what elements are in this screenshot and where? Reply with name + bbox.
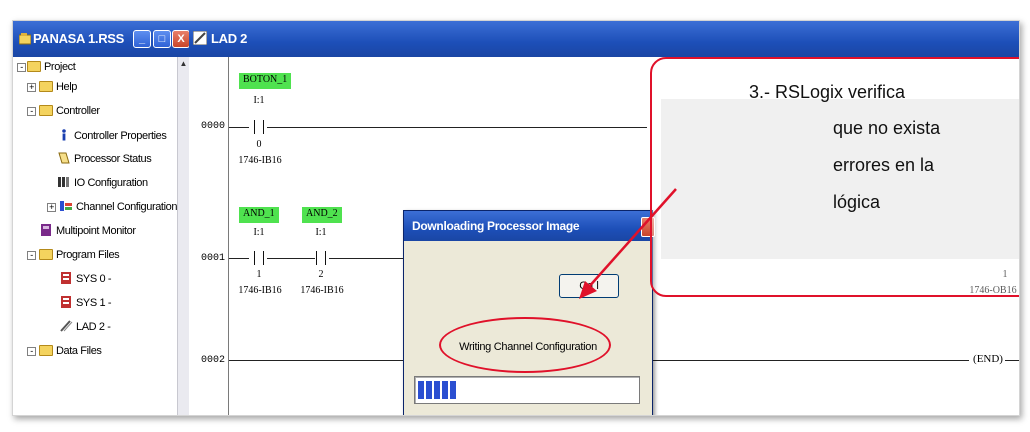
io-config-icon xyxy=(58,177,69,187)
progress-segment xyxy=(418,381,424,399)
callout-line: que no exista xyxy=(833,118,941,138)
project-icon xyxy=(19,33,31,45)
project-tree: - Project + Help - Controller Controller… xyxy=(13,57,177,415)
collapse-project-icon[interactable]: - xyxy=(17,63,26,72)
processor-status-icon xyxy=(58,152,70,164)
tag-and2[interactable]: AND_2 xyxy=(302,207,342,223)
project-titlebar: PANASA 1.RSS _ □ X xyxy=(13,21,190,57)
callout-line: lógica xyxy=(833,192,881,212)
folder-icon xyxy=(39,249,53,260)
dialog-title: Downloading Processor Image xyxy=(412,219,580,233)
rung-number: 0001 xyxy=(201,253,226,264)
xic-contact-and2[interactable] xyxy=(313,251,329,265)
tree-item-lad2[interactable]: LAD 2 - xyxy=(59,319,111,335)
tree-item-io-configuration[interactable]: IO Configuration xyxy=(57,175,148,191)
scroll-up-icon[interactable]: ▲ xyxy=(179,59,188,69)
tree-item-project[interactable]: Project xyxy=(27,59,76,75)
collapse-data-files-icon[interactable]: - xyxy=(27,347,36,356)
minimize-button[interactable]: _ xyxy=(133,30,151,48)
progress-fill xyxy=(418,381,456,399)
tree-item-controller[interactable]: Controller xyxy=(39,103,100,119)
contact-address: I:1 xyxy=(253,95,265,106)
progress-segment xyxy=(450,381,456,399)
rung-wire xyxy=(229,127,249,128)
rung-wire xyxy=(1005,360,1019,361)
callout-line: errores en la xyxy=(833,155,935,175)
callout-title: 3.- RSLogix verifica xyxy=(749,82,906,102)
expand-help-icon[interactable]: + xyxy=(27,83,36,92)
annotation-arrow-icon xyxy=(579,188,677,299)
progress-segment xyxy=(442,381,448,399)
ladder-file-icon xyxy=(60,320,73,332)
xic-contact-boton1[interactable] xyxy=(251,120,267,134)
contact-module: 1746-IB16 xyxy=(238,285,282,296)
screenshot-frame: PANASA 1.RSS _ □ X - Project + Help - Co… xyxy=(12,20,1020,416)
contact-bit: 1 xyxy=(256,269,262,280)
xic-contact-and1[interactable] xyxy=(251,251,267,265)
contact-bit: 0 xyxy=(256,139,262,150)
rung-number: 0002 xyxy=(201,355,226,366)
expand-channel-config-icon[interactable]: + xyxy=(47,203,56,212)
rung-wire xyxy=(267,258,315,259)
program-file-icon xyxy=(61,296,71,308)
contact-address: I:1 xyxy=(315,227,327,238)
rung-wire xyxy=(229,360,409,361)
rung-wire xyxy=(267,127,647,128)
rung-wire xyxy=(651,360,969,361)
tree-item-multipoint-monitor[interactable]: Multipoint Monitor xyxy=(39,223,136,239)
tree-item-sys1[interactable]: SYS 1 - xyxy=(59,295,112,311)
folder-icon xyxy=(39,105,53,116)
tree-item-sys0[interactable]: SYS 0 - xyxy=(59,271,112,287)
project-title: PANASA 1.RSS xyxy=(33,31,125,46)
tree-item-help[interactable]: Help xyxy=(39,79,77,95)
project-pane: PANASA 1.RSS _ □ X - Project + Help - Co… xyxy=(13,21,190,415)
channel-config-icon xyxy=(60,201,72,211)
tag-and1[interactable]: AND_1 xyxy=(239,207,279,223)
progress-segment xyxy=(426,381,432,399)
tree-item-processor-status[interactable]: Processor Status xyxy=(57,151,152,167)
rung-wire xyxy=(229,258,249,259)
info-icon xyxy=(62,129,66,141)
contact-module: 1746-IB16 xyxy=(300,285,344,296)
tree-item-data-files[interactable]: Data Files xyxy=(39,343,102,359)
maximize-button[interactable]: □ xyxy=(153,30,171,48)
close-button[interactable]: X xyxy=(172,30,190,48)
rung-number-column: 0000 0001 0002 xyxy=(189,57,229,415)
contact-address: I:1 xyxy=(253,227,265,238)
collapse-program-files-icon[interactable]: - xyxy=(27,251,36,260)
ladder-titlebar: LAD 2 xyxy=(189,21,1019,57)
program-file-icon xyxy=(61,272,71,284)
monitor-icon xyxy=(41,224,51,236)
tree-item-channel-configuration[interactable]: Channel Configuration xyxy=(59,199,177,215)
tree-item-program-files[interactable]: Program Files xyxy=(39,247,120,263)
rung-wire xyxy=(329,258,409,259)
progress-segment xyxy=(434,381,440,399)
status-highlight-oval xyxy=(439,317,611,373)
ladder-title: LAD 2 xyxy=(211,31,248,46)
tag-boton1[interactable]: BOTON_1 xyxy=(239,73,292,89)
folder-icon xyxy=(39,81,53,92)
rung-number: 0000 xyxy=(201,121,226,132)
folder-icon xyxy=(27,61,41,72)
collapse-controller-icon[interactable]: - xyxy=(27,107,36,116)
contact-bit: 2 xyxy=(318,269,324,280)
contact-module: 1746-IB16 xyxy=(238,155,282,166)
folder-icon xyxy=(39,345,53,356)
ladder-window-icon xyxy=(193,31,207,45)
end-instruction: (END) xyxy=(973,353,1003,365)
tree-item-controller-properties[interactable]: Controller Properties xyxy=(57,128,167,144)
download-progress-bar xyxy=(414,376,640,404)
tree-scrollbar[interactable]: ▲ xyxy=(177,57,189,415)
